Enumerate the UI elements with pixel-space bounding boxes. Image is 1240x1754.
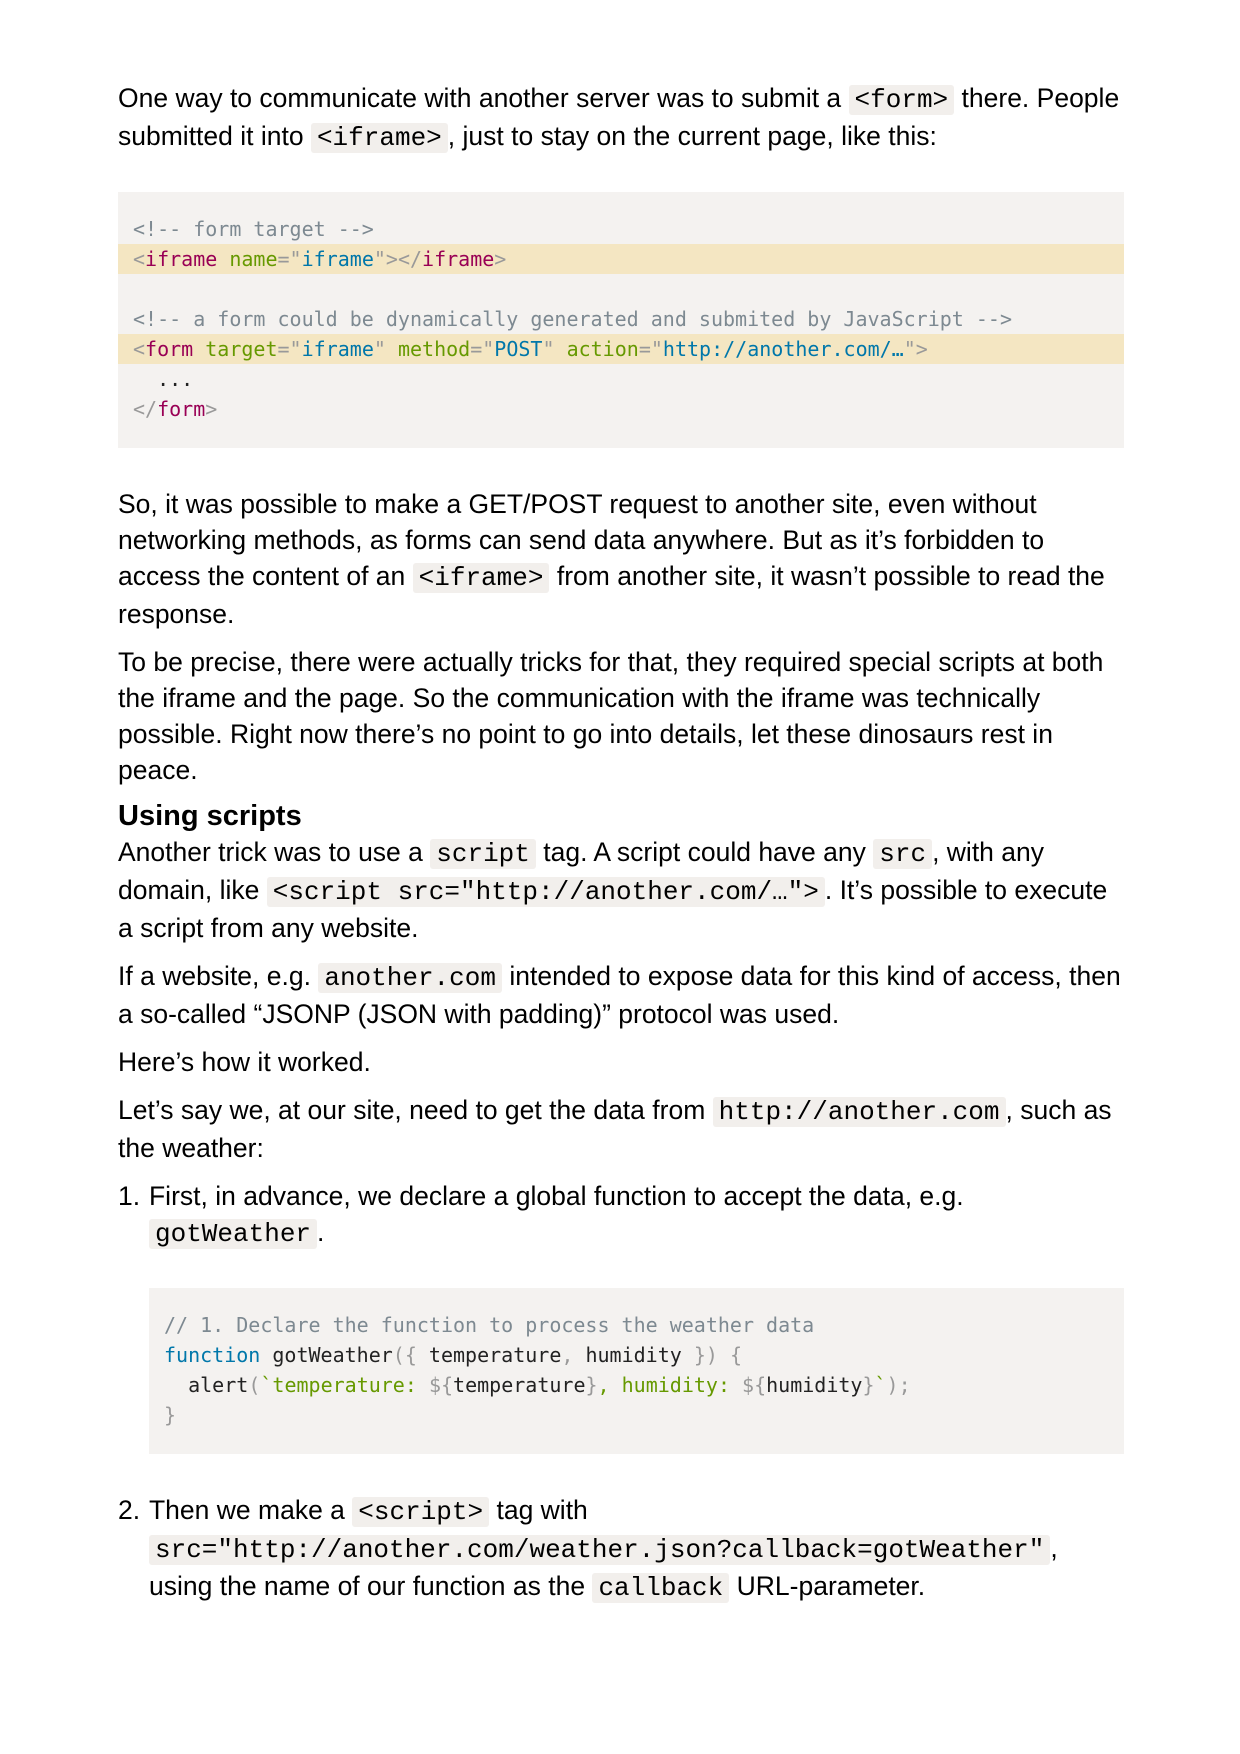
- text: .: [317, 1217, 325, 1247]
- list-item-text: First, in advance, we declare a global f…: [149, 1178, 1124, 1252]
- code-punct: <: [133, 247, 146, 271]
- text: First, in advance, we declare a global f…: [149, 1181, 964, 1211]
- code-punct: "></: [373, 247, 423, 271]
- list-item: 2. Then we make a <script> tag with src=…: [118, 1492, 1124, 1606]
- code-punct: }: [585, 1373, 598, 1397]
- paragraph-how-it-worked: Here’s how it worked.: [118, 1047, 371, 1077]
- code-value: iframe: [301, 247, 374, 271]
- text: tag. A script could have any: [535, 837, 874, 867]
- paragraph-weather: Let’s say we, at our site, need to get t…: [118, 1092, 1124, 1166]
- code-line-highlighted: <iframe name="iframe"></iframe>: [118, 244, 1124, 274]
- code-attr: target: [205, 337, 278, 361]
- code-tag: form: [157, 397, 206, 421]
- inline-code-domain: another.com: [318, 963, 502, 993]
- paragraph-script-tag: Another trick was to use a script tag. A…: [118, 834, 1124, 946]
- code-line: </form>: [118, 394, 1124, 424]
- code-attr: name: [229, 247, 278, 271]
- code-variable: temperature: [453, 1373, 586, 1397]
- inline-code-src-url: src="http://another.com/weather.json?cal…: [149, 1535, 1051, 1565]
- section-heading: Using scripts: [118, 800, 302, 832]
- code-line: }: [164, 1403, 177, 1427]
- inline-code-url: http://another.com: [712, 1097, 1006, 1127]
- code-punct: ({: [392, 1343, 417, 1367]
- text: tag with: [489, 1495, 588, 1525]
- code-line: alert(`temperature: ${temperature}, humi…: [149, 1370, 1124, 1400]
- code-punct: ${: [428, 1373, 454, 1397]
- code-attr: method: [397, 337, 471, 361]
- list-item-text: Then we make a <script> tag with src="ht…: [149, 1492, 1124, 1606]
- inline-code-script: <script>: [352, 1497, 490, 1527]
- text: Let’s say we, at our site, need to get t…: [118, 1095, 713, 1125]
- inline-code-script: script: [430, 839, 536, 869]
- code-line-highlighted: <form target="iframe" method="POST" acti…: [118, 334, 1124, 364]
- code-comment: // 1. Declare the function to process th…: [164, 1313, 815, 1337]
- code-block-function: // 1. Declare the function to process th…: [149, 1288, 1124, 1454]
- text: If a website, e.g.: [118, 961, 319, 991]
- code-keyword: function: [164, 1343, 261, 1367]
- code-tag: form: [145, 337, 194, 361]
- text: Another trick was to use a: [118, 837, 431, 867]
- code-attr: action: [566, 337, 639, 361]
- document-page: One way to communicate with another serv…: [118, 80, 1124, 1606]
- inline-code-script-src: <script src="http://another.com/…">: [266, 877, 825, 907]
- code-ellipsis: ...: [133, 367, 194, 391]
- code-line: function gotWeather({ temperature, humid…: [149, 1340, 1124, 1370]
- steps-list: 1. First, in advance, we declare a globa…: [118, 1178, 1124, 1606]
- code-comment: <!-- form target -->: [133, 217, 374, 241]
- code-param: humidity: [573, 1343, 694, 1367]
- code-value: POST: [494, 337, 543, 361]
- inline-code-callback: callback: [592, 1573, 730, 1603]
- paragraph-tricks: To be precise, there were actually trick…: [118, 647, 1104, 785]
- code-string: , humidity:: [597, 1373, 743, 1397]
- code-tag: iframe: [145, 247, 218, 271]
- code-punct: </: [133, 397, 158, 421]
- text: , just to stay on the current page, like…: [447, 121, 937, 151]
- paragraph-jsonp: If a website, e.g. another.com intended …: [118, 958, 1124, 1032]
- text: URL-parameter.: [729, 1571, 926, 1601]
- code-string: `temperature:: [260, 1373, 429, 1397]
- text: Then we make a: [149, 1495, 353, 1525]
- text: One way to communicate with another serv…: [118, 83, 849, 113]
- list-number: 2.: [118, 1495, 141, 1525]
- inline-code-iframe: <iframe>: [412, 563, 550, 593]
- code-param: temperature: [416, 1343, 562, 1367]
- code-punct: ${: [742, 1373, 767, 1397]
- inline-code-gotweather: gotWeather: [149, 1219, 318, 1249]
- code-value: iframe: [301, 337, 374, 361]
- code-punct: =": [277, 247, 302, 271]
- code-string: `: [874, 1373, 887, 1397]
- inline-code-form: <form>: [848, 85, 955, 115]
- code-punct: <: [133, 337, 146, 361]
- list-item: 1. First, in advance, we declare a globa…: [118, 1178, 1124, 1454]
- inline-code-src: src: [873, 839, 933, 869]
- code-punct: }: [862, 1373, 875, 1397]
- code-punct: ,: [561, 1343, 574, 1367]
- code-tag: iframe: [422, 247, 495, 271]
- intro-paragraph: One way to communicate with another serv…: [118, 80, 1124, 156]
- code-comment: <!-- a form could be dynamically generat…: [133, 307, 1012, 331]
- code-punct: >: [494, 247, 507, 271]
- code-punct: (: [248, 1373, 261, 1397]
- inline-code-iframe: <iframe>: [310, 123, 448, 153]
- paragraph-get-post: So, it was possible to make a GET/POST r…: [118, 486, 1124, 632]
- code-value: http://another.com/…: [662, 337, 904, 361]
- code-block-form: <!-- form target --> <iframe name="ifram…: [118, 192, 1124, 448]
- list-number: 1.: [118, 1181, 141, 1211]
- code-function-call: alert: [188, 1373, 249, 1397]
- code-variable: humidity: [766, 1373, 863, 1397]
- code-punct: >: [205, 397, 218, 421]
- code-punct: }) {: [693, 1343, 743, 1367]
- code-punct: );: [886, 1373, 911, 1397]
- code-function-name: gotWeather: [260, 1343, 393, 1367]
